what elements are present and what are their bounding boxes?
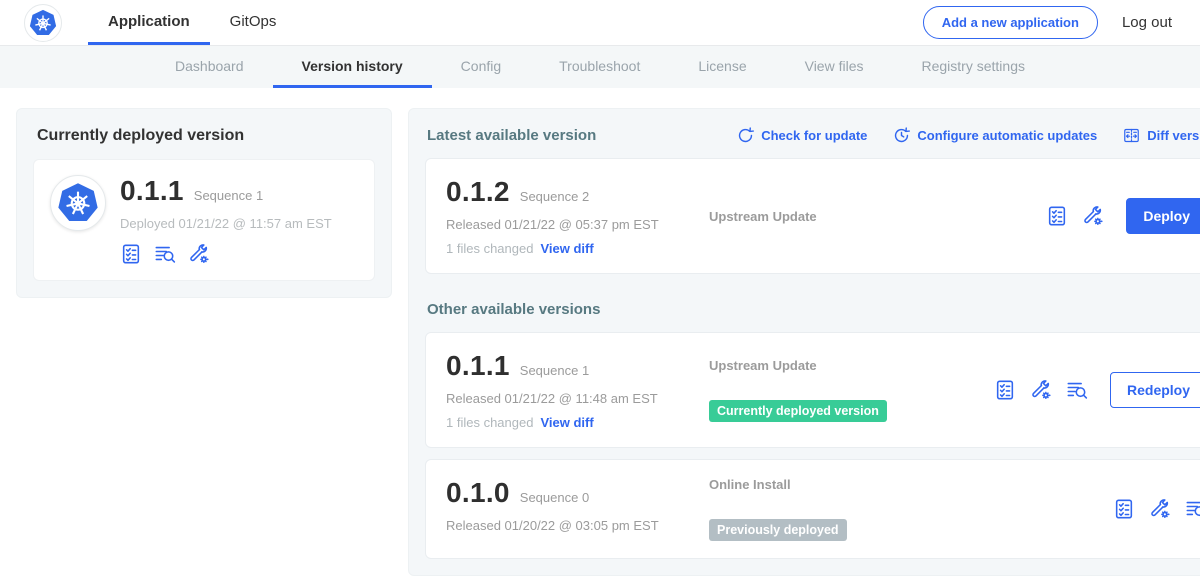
version-released-timestamp: Released 01/20/22 @ 03:05 pm EST <box>446 518 709 533</box>
version-released-timestamp: Released 01/21/22 @ 11:48 am EST <box>446 391 709 406</box>
version-actions: Redeploy <box>994 372 1200 408</box>
troubleshoot-icon[interactable] <box>1149 498 1171 520</box>
deployed-version-card: 0.1.1 Sequence 1 Deployed 01/21/22 @ 11:… <box>33 159 375 281</box>
version-actions: Deploy <box>1046 198 1200 234</box>
header-tabs: ApplicationGitOps <box>88 0 296 45</box>
version-status-badge: Previously deployed <box>709 519 847 541</box>
deployed-card-title: Currently deployed version <box>37 127 375 145</box>
check-for-update-link[interactable]: Check for update <box>737 127 867 144</box>
redeploy-button[interactable]: Redeploy <box>1110 372 1200 408</box>
troubleshoot-icon[interactable] <box>188 243 210 265</box>
version-history-panel: Latest available version Check for updat… <box>408 108 1200 576</box>
header-right: Add a new application Log out <box>923 6 1180 39</box>
app-subnav: DashboardVersion historyConfigTroublesho… <box>0 46 1200 88</box>
header-tab-application[interactable]: Application <box>88 0 210 45</box>
config-icon[interactable] <box>120 243 142 265</box>
version-info: 0.1.2 Sequence 2 Released 01/21/22 @ 05:37… <box>446 176 709 256</box>
subnav-tab-config[interactable]: Config <box>432 46 530 88</box>
panel-action-label: Diff versions <box>1147 128 1200 143</box>
version-card-0-1-0: 0.1.0 Sequence 0 Released 01/20/22 @ 03:05… <box>425 459 1200 559</box>
version-card-0-1-1: 0.1.1 Sequence 1 Released 01/21/22 @ 11:48… <box>425 332 1200 448</box>
troubleshoot-icon[interactable] <box>1082 205 1104 227</box>
deployed-version-number: 0.1.1 <box>120 175 184 207</box>
kots-admin-console: ApplicationGitOps Add a new application … <box>0 0 1200 576</box>
subnav-tab-license[interactable]: License <box>669 46 775 88</box>
version-source: Upstream Update <box>709 209 994 224</box>
files-changed-row: 1 files changed View diff <box>446 415 709 430</box>
troubleshoot-icon[interactable] <box>1030 379 1052 401</box>
view-diff-link[interactable]: View diff <box>540 415 593 430</box>
version-sequence: Sequence 1 <box>520 363 589 378</box>
version-status: Upstream Update Currently deployed versio… <box>709 358 994 422</box>
subnav-tab-troubleshoot[interactable]: Troubleshoot <box>530 46 669 88</box>
version-number: 0.1.1 <box>446 350 510 382</box>
application-icon <box>50 175 106 231</box>
version-number: 0.1.0 <box>446 477 510 509</box>
panel-action-label: Configure automatic updates <box>917 128 1097 143</box>
version-released-timestamp: Released 01/21/22 @ 05:37 pm EST <box>446 217 709 232</box>
subnav-tab-dashboard[interactable]: Dashboard <box>146 46 273 88</box>
files-changed-row: 1 files changed View diff <box>446 241 709 256</box>
version-status: Upstream Update <box>709 209 994 224</box>
view-files-icon[interactable] <box>154 243 176 265</box>
version-actions <box>1113 498 1200 520</box>
deployed-version-sequence: Sequence 1 <box>194 188 263 203</box>
version-source: Online Install <box>709 477 994 492</box>
add-application-button[interactable]: Add a new application <box>923 6 1098 39</box>
view-files-icon[interactable] <box>1185 498 1200 520</box>
deploy-button[interactable]: Deploy <box>1126 198 1200 234</box>
subnav-tab-view-files[interactable]: View files <box>776 46 893 88</box>
other-versions-title: Other available versions <box>427 301 1200 318</box>
kubernetes-logo <box>24 4 62 42</box>
top-nav: ApplicationGitOps Add a new application … <box>0 0 1200 46</box>
currently-deployed-card: Currently deployed version 0.1.1 Sequenc… <box>16 108 392 298</box>
clock-refresh-icon <box>893 127 910 144</box>
deployed-version-info: 0.1.1 Sequence 1 Deployed 01/21/22 @ 11:… <box>120 175 332 265</box>
version-info: 0.1.1 Sequence 1 Released 01/21/22 @ 11:48… <box>446 350 709 430</box>
panel-action-label: Check for update <box>761 128 867 143</box>
deployed-version-actions <box>120 243 332 265</box>
version-sequence: Sequence 0 <box>520 490 589 505</box>
latest-version-slot: 0.1.2 Sequence 2 Released 01/21/22 @ 05:37… <box>425 158 1200 274</box>
latest-available-title: Latest available version <box>427 127 596 144</box>
version-sequence: Sequence 2 <box>520 189 589 204</box>
version-source: Upstream Update <box>709 358 994 373</box>
view-diff-link[interactable]: View diff <box>540 241 593 256</box>
latest-available-header: Latest available version Check for updat… <box>427 127 1200 144</box>
version-info: 0.1.0 Sequence 0 Released 01/20/22 @ 03:05… <box>446 477 709 533</box>
config-icon[interactable] <box>1113 498 1135 520</box>
subnav-tab-version-history[interactable]: Version history <box>273 46 432 88</box>
version-status-badge: Currently deployed version <box>709 400 887 422</box>
other-versions-slot: 0.1.1 Sequence 1 Released 01/21/22 @ 11:48… <box>425 332 1200 559</box>
files-changed-count: 1 files changed <box>446 241 533 256</box>
header-tab-gitops[interactable]: GitOps <box>210 0 297 45</box>
version-status: Online Install Previously deployed <box>709 477 994 541</box>
version-card-0-1-2: 0.1.2 Sequence 2 Released 01/21/22 @ 05:37… <box>425 158 1200 274</box>
refresh-icon <box>737 127 754 144</box>
main-content: Currently deployed version 0.1.1 Sequenc… <box>0 88 1200 576</box>
configure-automatic-updates-link[interactable]: Configure automatic updates <box>893 127 1097 144</box>
diff-versions-link[interactable]: Diff versions <box>1123 127 1200 144</box>
subnav-tab-registry-settings[interactable]: Registry settings <box>893 46 1054 88</box>
view-files-icon[interactable] <box>1066 379 1088 401</box>
files-changed-count: 1 files changed <box>446 415 533 430</box>
logout-link[interactable]: Log out <box>1122 14 1172 31</box>
config-icon[interactable] <box>994 379 1016 401</box>
panel-actions: Check for update Configure automatic upda… <box>737 127 1200 144</box>
diff-icon <box>1123 127 1140 144</box>
version-number: 0.1.2 <box>446 176 510 208</box>
deployed-timestamp: Deployed 01/21/22 @ 11:57 am EST <box>120 216 332 231</box>
config-icon[interactable] <box>1046 205 1068 227</box>
